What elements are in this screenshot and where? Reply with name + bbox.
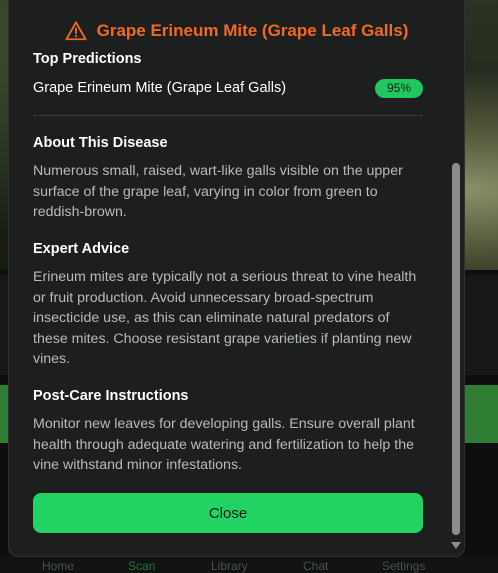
post-care-heading: Post-Care Instructions	[33, 388, 189, 404]
top-predictions-heading: Top Predictions	[33, 51, 142, 67]
scroll-thumb[interactable]	[452, 163, 460, 535]
close-button[interactable]: Close	[33, 493, 423, 533]
post-care-text: Monitor new leaves for developing galls.…	[33, 416, 415, 473]
scrollbar[interactable]	[449, 0, 463, 557]
bottom-navigation: Home Scan Library Chat Settings	[0, 556, 498, 573]
nav-chat[interactable]: Chat	[303, 559, 328, 573]
nav-settings[interactable]: Settings	[382, 559, 425, 573]
modal-header: Grape Erineum Mite (Grape Leaf Galls)	[9, 11, 464, 51]
modal-title: Grape Erineum Mite (Grape Leaf Galls)	[96, 21, 409, 40]
warning-triangle-icon	[65, 21, 87, 41]
prediction-row: Grape Erineum Mite (Grape Leaf Galls) 95…	[33, 79, 423, 99]
scroll-down-arrow-icon[interactable]	[451, 542, 461, 549]
expert-advice-heading: Expert Advice	[33, 241, 130, 257]
prediction-label: Grape Erineum Mite (Grape Leaf Galls)	[33, 80, 287, 96]
about-heading: About This Disease	[33, 135, 168, 151]
nav-library[interactable]: Library	[211, 559, 248, 573]
about-text: Numerous small, raised, wart-like galls …	[33, 163, 403, 220]
diagnosis-modal: Grape Erineum Mite (Grape Leaf Galls) To…	[8, 0, 465, 557]
nav-scan[interactable]: Scan	[128, 559, 155, 573]
divider	[33, 115, 423, 116]
expert-advice-text: Erineum mites are typically not a seriou…	[33, 269, 417, 367]
confidence-badge: 95%	[375, 79, 423, 98]
nav-home[interactable]: Home	[42, 559, 74, 573]
